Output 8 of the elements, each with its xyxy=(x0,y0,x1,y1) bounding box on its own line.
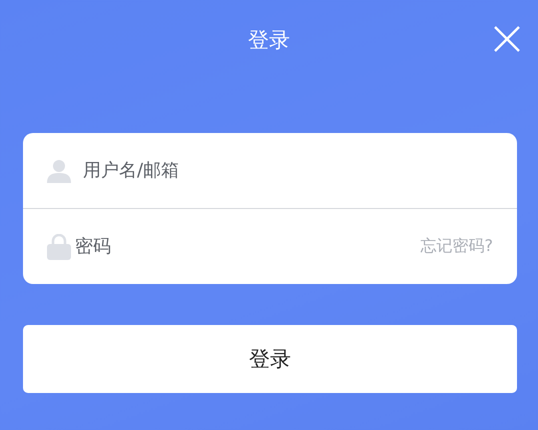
window-title: 登录 xyxy=(248,27,290,54)
login-button[interactable]: 登录 xyxy=(23,325,517,393)
lock-icon xyxy=(47,234,71,260)
close-button[interactable] xyxy=(492,24,522,54)
username-field[interactable]: 用户名/邮箱 xyxy=(83,160,493,181)
close-icon xyxy=(494,26,520,52)
password-field[interactable]: 密码 xyxy=(75,236,408,257)
user-icon xyxy=(47,158,71,182)
